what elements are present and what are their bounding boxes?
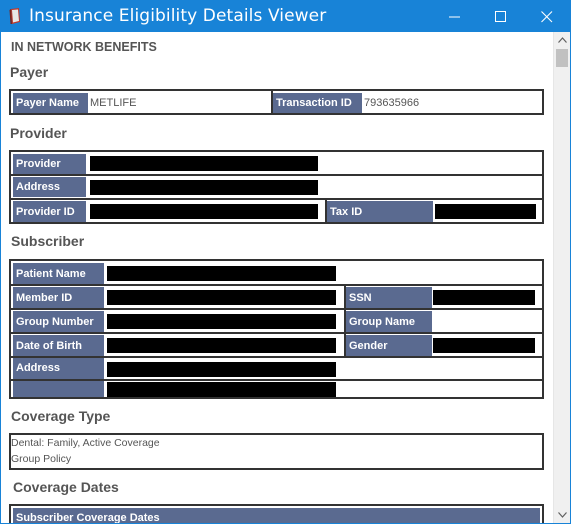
group-number-redacted: [107, 314, 336, 329]
subscriber-address-label: Address: [13, 358, 104, 397]
provider-id-redacted: [90, 204, 318, 219]
title-bar[interactable]: Insurance Eligibility Details Viewer: [1, 1, 570, 32]
provider-table: Provider Address Provider ID Tax ID: [9, 150, 544, 224]
group-name-label: Group Name: [346, 311, 432, 332]
subscriber-coverage-dates-label: Subscriber Coverage Dates: [13, 508, 540, 523]
scroll-down-button[interactable]: [554, 507, 570, 523]
coverage-type-section-title: Coverage Type: [11, 408, 111, 424]
group-number-label: Group Number: [13, 311, 104, 332]
scrollbar-thumb[interactable]: [556, 49, 568, 67]
subscriber-table: Patient Name Member ID SSN Group Number …: [9, 259, 544, 399]
date-of-birth-label: Date of Birth: [13, 335, 104, 356]
payer-table: Payer Name METLIFE Transaction ID 793635…: [9, 89, 544, 115]
date-of-birth-redacted: [107, 338, 336, 353]
member-id-redacted: [107, 290, 336, 305]
vertical-scrollbar[interactable]: [553, 32, 570, 523]
scroll-up-button[interactable]: [554, 32, 570, 49]
coverage-dates-table: Subscriber Coverage Dates: [9, 504, 544, 523]
window-title: Insurance Eligibility Details Viewer: [29, 6, 327, 26]
ssn-redacted: [433, 290, 535, 305]
subscriber-address-line1-redacted: [107, 362, 336, 377]
ssn-label: SSN: [346, 287, 432, 308]
book-icon: [9, 8, 22, 25]
provider-section-title: Provider: [10, 125, 67, 141]
transaction-id-label: Transaction ID: [273, 93, 362, 113]
patient-name-redacted: [107, 266, 336, 281]
chevron-down-icon: [558, 512, 567, 518]
provider-address-redacted: [90, 180, 318, 195]
gender-label: Gender: [346, 335, 432, 356]
provider-address-label: Address: [13, 177, 86, 197]
coverage-dates-section-title: Coverage Dates: [13, 479, 119, 495]
provider-label: Provider: [13, 154, 86, 174]
main-heading: IN NETWORK BENEFITS: [11, 40, 157, 54]
coverage-type-line1: Dental: Family, Active Coverage: [11, 437, 160, 449]
member-id-label: Member ID: [13, 287, 104, 308]
eligibility-viewer-window: Insurance Eligibility Details Viewer IN …: [0, 0, 571, 524]
minimize-button[interactable]: [432, 1, 478, 32]
maximize-icon: [495, 11, 506, 22]
chevron-up-icon: [558, 37, 567, 43]
transaction-id-value: 793635966: [364, 97, 420, 109]
coverage-type-line2: Group Policy: [11, 453, 72, 465]
gender-redacted: [433, 338, 535, 353]
payer-section-title: Payer: [10, 64, 49, 80]
minimize-icon: [449, 16, 460, 18]
payer-name-label: Payer Name: [13, 93, 88, 113]
subscriber-section-title: Subscriber: [11, 233, 85, 249]
details-content[interactable]: IN NETWORK BENEFITS Payer Payer Name MET…: [1, 32, 554, 523]
provider-id-label: Provider ID: [13, 201, 86, 222]
patient-name-label: Patient Name: [13, 263, 104, 284]
subscriber-address-line2-redacted: [107, 382, 336, 397]
payer-name-value: METLIFE: [90, 97, 137, 109]
close-button[interactable]: [524, 1, 570, 32]
close-icon: [541, 11, 553, 23]
maximize-button[interactable]: [478, 1, 524, 32]
tax-id-redacted: [435, 204, 536, 219]
tax-id-label: Tax ID: [327, 201, 433, 222]
provider-value-redacted: [90, 156, 318, 171]
